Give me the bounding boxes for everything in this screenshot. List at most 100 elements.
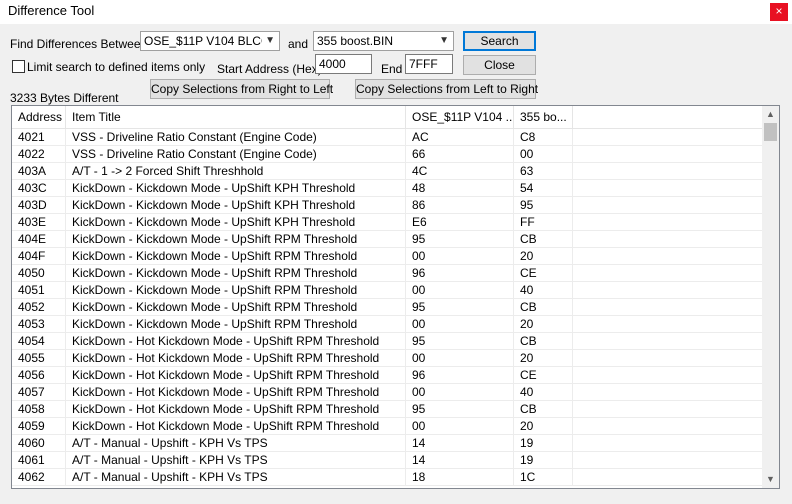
column-header-item-title[interactable]: Item Title <box>66 106 406 128</box>
cell-item-title: KickDown - Kickdown Mode - UpShift KPH T… <box>66 214 406 231</box>
cell-file2-value: 20 <box>514 350 573 367</box>
cell-item-title: A/T - Manual - Upshift - KPH Vs TPS <box>66 452 406 469</box>
cell-file2-value: CB <box>514 333 573 350</box>
table-row[interactable]: 4052 KickDown - Kickdown Mode - UpShift R… <box>12 299 762 316</box>
cell-file1-value: 00 <box>406 384 514 401</box>
cell-file2-value: 19 <box>514 435 573 452</box>
cell-file2-value: CE <box>514 367 573 384</box>
cell-file1-value: 4C <box>406 163 514 180</box>
cell-item-title: KickDown - Hot Kickdown Mode - UpShift R… <box>66 367 406 384</box>
cell-file1-value: 18 <box>406 469 514 486</box>
column-header-file1[interactable]: OSE_$11P V104 ... <box>406 106 514 128</box>
table-row[interactable]: 4053 KickDown - Kickdown Mode - UpShift R… <box>12 316 762 333</box>
cell-address: 4055 <box>12 350 66 367</box>
cell-address: 4056 <box>12 367 66 384</box>
cell-item-title: KickDown - Kickdown Mode - UpShift KPH T… <box>66 197 406 214</box>
cell-file2-value: C8 <box>514 129 573 146</box>
cell-file1-value: 95 <box>406 401 514 418</box>
list-rows: 4021 VSS - Driveline Ratio Constant (Engi… <box>12 129 762 486</box>
table-row[interactable]: 403A A/T - 1 -> 2 Forced Shift Threshhold… <box>12 163 762 180</box>
table-row[interactable]: 4021 VSS - Driveline Ratio Constant (Engi… <box>12 129 762 146</box>
chevron-down-icon: ▼ <box>265 35 275 46</box>
table-row[interactable]: 4060 A/T - Manual - Upshift - KPH Vs TPS 1… <box>12 435 762 452</box>
table-row[interactable]: 4022 VSS - Driveline Ratio Constant (Engi… <box>12 146 762 163</box>
cell-file2-value: CB <box>514 401 573 418</box>
cell-file2-value: 00 <box>514 146 573 163</box>
cell-address: 4057 <box>12 384 66 401</box>
cell-address: 4059 <box>12 418 66 435</box>
table-row[interactable]: 4061 A/T - Manual - Upshift - KPH Vs TPS 1… <box>12 452 762 469</box>
cell-address: 4061 <box>12 452 66 469</box>
and-label: and <box>288 37 309 51</box>
table-row[interactable]: 4057 KickDown - Hot Kickdown Mode - UpShi… <box>12 384 762 401</box>
table-row[interactable]: 4050 KickDown - Kickdown Mode - UpShift R… <box>12 265 762 282</box>
cell-item-title: KickDown - Kickdown Mode - UpShift RPM T… <box>66 248 406 265</box>
bytes-different-count: 3233 Bytes Different <box>10 91 119 105</box>
table-row[interactable]: 4059 KickDown - Hot Kickdown Mode - UpShi… <box>12 418 762 435</box>
cell-item-title: VSS - Driveline Ratio Constant (Engine C… <box>66 129 406 146</box>
end-address-input[interactable]: 7FFF <box>405 54 453 74</box>
cell-file1-value: 86 <box>406 197 514 214</box>
table-row[interactable]: 403E KickDown - Kickdown Mode - UpShift K… <box>12 214 762 231</box>
table-row[interactable]: 403D KickDown - Kickdown Mode - UpShift K… <box>12 197 762 214</box>
cell-address: 4021 <box>12 129 66 146</box>
cell-file2-value: CB <box>514 299 573 316</box>
cell-file2-value: 95 <box>514 197 573 214</box>
file2-value: 355 boost.BIN <box>317 34 394 48</box>
copy-right-to-left-button[interactable]: Copy Selections from Right to Left <box>150 79 333 99</box>
cell-file1-value: 00 <box>406 418 514 435</box>
table-row[interactable]: 4051 KickDown - Kickdown Mode - UpShift R… <box>12 282 762 299</box>
cell-file2-value: 40 <box>514 384 573 401</box>
column-header-file2[interactable]: 355 bo... <box>514 106 573 128</box>
cell-address: 4050 <box>12 265 66 282</box>
cell-item-title: KickDown - Hot Kickdown Mode - UpShift R… <box>66 401 406 418</box>
cell-file1-value: 14 <box>406 435 514 452</box>
scroll-down-icon[interactable]: ▼ <box>762 471 779 488</box>
end-address-value: 7FFF <box>409 57 438 71</box>
cell-file2-value: 19 <box>514 452 573 469</box>
table-row[interactable]: 404E KickDown - Kickdown Mode - UpShift R… <box>12 231 762 248</box>
cell-address: 404E <box>12 231 66 248</box>
scroll-thumb[interactable] <box>764 123 777 141</box>
column-header-address[interactable]: Address <box>12 106 66 128</box>
cell-address: 4054 <box>12 333 66 350</box>
cell-item-title: KickDown - Kickdown Mode - UpShift RPM T… <box>66 299 406 316</box>
table-row[interactable]: 4062 A/T - Manual - Upshift - KPH Vs TPS 1… <box>12 469 762 486</box>
start-address-input[interactable]: 4000 <box>315 54 372 74</box>
cell-file1-value: 00 <box>406 282 514 299</box>
cell-file1-value: 14 <box>406 452 514 469</box>
chevron-down-icon: ▼ <box>439 35 449 46</box>
cell-item-title: A/T - 1 -> 2 Forced Shift Threshhold <box>66 163 406 180</box>
cell-item-title: KickDown - Kickdown Mode - UpShift RPM T… <box>66 231 406 248</box>
vertical-scrollbar[interactable]: ▲ ▼ <box>762 106 779 488</box>
close-button[interactable]: Close <box>463 55 536 75</box>
table-row[interactable]: 4055 KickDown - Hot Kickdown Mode - UpShi… <box>12 350 762 367</box>
cell-file1-value: 48 <box>406 180 514 197</box>
copy-left-to-right-button[interactable]: Copy Selections from Left to Right <box>355 79 538 99</box>
table-row[interactable]: 403C KickDown - Kickdown Mode - UpShift K… <box>12 180 762 197</box>
scroll-up-icon[interactable]: ▲ <box>762 106 779 123</box>
cell-address: 4052 <box>12 299 66 316</box>
table-row[interactable]: 404F KickDown - Kickdown Mode - UpShift R… <box>12 248 762 265</box>
limit-search-checkbox[interactable] <box>12 60 25 73</box>
cell-address: 4060 <box>12 435 66 452</box>
cell-file1-value: 66 <box>406 146 514 163</box>
cell-address: 403E <box>12 214 66 231</box>
cell-address: 4062 <box>12 469 66 486</box>
table-row[interactable]: 4054 KickDown - Hot Kickdown Mode - UpShi… <box>12 333 762 350</box>
cell-address: 403C <box>12 180 66 197</box>
cell-file1-value: 95 <box>406 231 514 248</box>
cell-item-title: KickDown - Hot Kickdown Mode - UpShift R… <box>66 333 406 350</box>
file1-select[interactable]: OSE_$11P V104 BLCC V8 ▼ <box>140 31 280 51</box>
find-differences-label: Find Differences Between <box>10 37 148 51</box>
differences-list[interactable]: Address Item Title OSE_$11P V104 ... 355… <box>11 105 780 489</box>
title-bar: Difference Tool × <box>0 0 792 24</box>
cell-item-title: KickDown - Hot Kickdown Mode - UpShift R… <box>66 350 406 367</box>
cell-item-title: A/T - Manual - Upshift - KPH Vs TPS <box>66 435 406 452</box>
search-button[interactable]: Search <box>463 31 536 51</box>
table-row[interactable]: 4056 KickDown - Hot Kickdown Mode - UpShi… <box>12 367 762 384</box>
file2-select[interactable]: 355 boost.BIN ▼ <box>313 31 454 51</box>
table-row[interactable]: 4058 KickDown - Hot Kickdown Mode - UpShi… <box>12 401 762 418</box>
close-window-button[interactable]: × <box>770 3 788 21</box>
cell-file1-value: 95 <box>406 299 514 316</box>
